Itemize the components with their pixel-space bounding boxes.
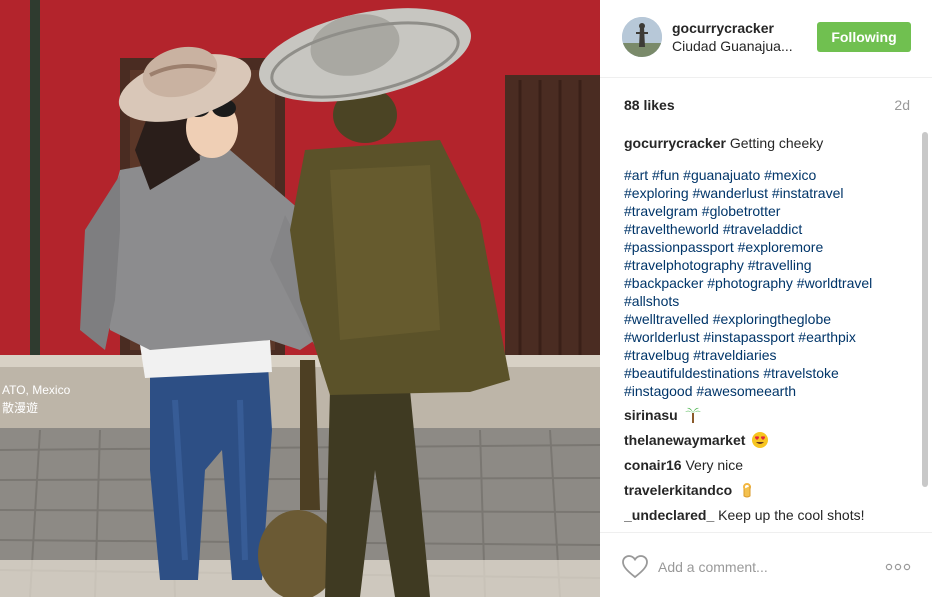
comment-item: conair16 Very nice xyxy=(624,456,914,474)
more-options-icon[interactable] xyxy=(885,563,911,571)
hashtag-line[interactable]: #travelgram #globetrotter xyxy=(624,202,914,220)
comment-username[interactable]: conair16 xyxy=(624,457,682,473)
palm-tree-icon xyxy=(684,407,701,423)
comment-item: _undeclared_ Keep up the cool shots! xyxy=(624,506,914,524)
caption: gocurrycracker Getting cheeky xyxy=(624,134,914,152)
hashtag-line[interactable]: #art #fun #guanajuato #mexico xyxy=(624,166,914,184)
caption-hashtags: #art #fun #guanajuato #mexico #exploring… xyxy=(624,166,914,400)
post-author-username[interactable]: gocurrycracker xyxy=(672,20,774,36)
hashtag-line[interactable]: #travelphotography #travelling xyxy=(624,256,914,274)
hashtag-line[interactable]: #exploring #wanderlust #instatravel xyxy=(624,184,914,202)
comment-item: thelanewaymarket xyxy=(624,431,914,449)
caption-text: Getting cheeky xyxy=(729,135,824,151)
post-header: gocurrycracker Ciudad Guanajua... Follow… xyxy=(600,0,932,78)
hashtag-line[interactable]: #instagood #awesomeearth xyxy=(624,382,914,400)
hashtag-line[interactable]: #worlderlust #instapassport #earthpix xyxy=(624,328,914,346)
hashtag-line[interactable]: #travelbug #traveldiaries xyxy=(624,346,914,364)
comment-bar xyxy=(600,532,932,597)
heart-outline-icon[interactable] xyxy=(622,555,648,579)
ok-hand-icon xyxy=(743,483,752,498)
hashtag-line[interactable]: #traveltheworld #traveladdict xyxy=(624,220,914,238)
likes-count[interactable]: 88 likes xyxy=(624,97,675,113)
post-stats: 88 likes 2d xyxy=(624,97,910,117)
watermark-line2: 散漫遊 xyxy=(2,400,38,415)
comment-text: Keep up the cool shots! xyxy=(718,507,865,523)
watermark-line1: ATO, Mexico xyxy=(2,383,71,397)
comment-username[interactable]: thelanewaymarket xyxy=(624,432,745,448)
comment-text: Very nice xyxy=(685,457,744,473)
comments-scrollbar[interactable] xyxy=(922,132,928,487)
comments-list[interactable]: gocurrycracker Getting cheeky #art #fun … xyxy=(624,134,914,530)
hashtag-line[interactable]: #welltravelled #exploringtheglobe xyxy=(624,310,914,328)
comment-username[interactable]: sirinasu xyxy=(624,407,678,423)
post-timestamp[interactable]: 2d xyxy=(894,97,910,113)
avatar[interactable] xyxy=(622,17,662,57)
heart-eyes-icon xyxy=(752,432,769,448)
hashtag-line[interactable]: #backpacker #photography #worldtravel xyxy=(624,274,914,292)
post-details-panel: gocurrycracker Ciudad Guanajua... Follow… xyxy=(600,0,932,597)
hashtag-line[interactable]: #beautifuldestinations #travelstoke xyxy=(624,364,914,382)
avatar-image xyxy=(622,17,662,57)
comment-item: travelerkitandco xyxy=(624,481,914,499)
lamp-post xyxy=(30,0,40,360)
post-photo[interactable]: ATO, Mexico 散漫遊 xyxy=(0,0,600,597)
comment-item: sirinasu xyxy=(624,406,914,424)
post-photo-illustration: ATO, Mexico 散漫遊 xyxy=(0,0,600,597)
add-comment-input[interactable] xyxy=(658,553,868,581)
comment-username[interactable]: travelerkitandco xyxy=(624,482,732,498)
post-location[interactable]: Ciudad Guanajua... xyxy=(672,38,812,54)
comment-username[interactable]: _undeclared_ xyxy=(624,507,714,523)
hashtag-line[interactable]: #allshots xyxy=(624,292,914,310)
following-button[interactable]: Following xyxy=(817,22,911,52)
caption-username[interactable]: gocurrycracker xyxy=(624,135,726,151)
hashtag-line[interactable]: #passionpassport #exploremore xyxy=(624,238,914,256)
